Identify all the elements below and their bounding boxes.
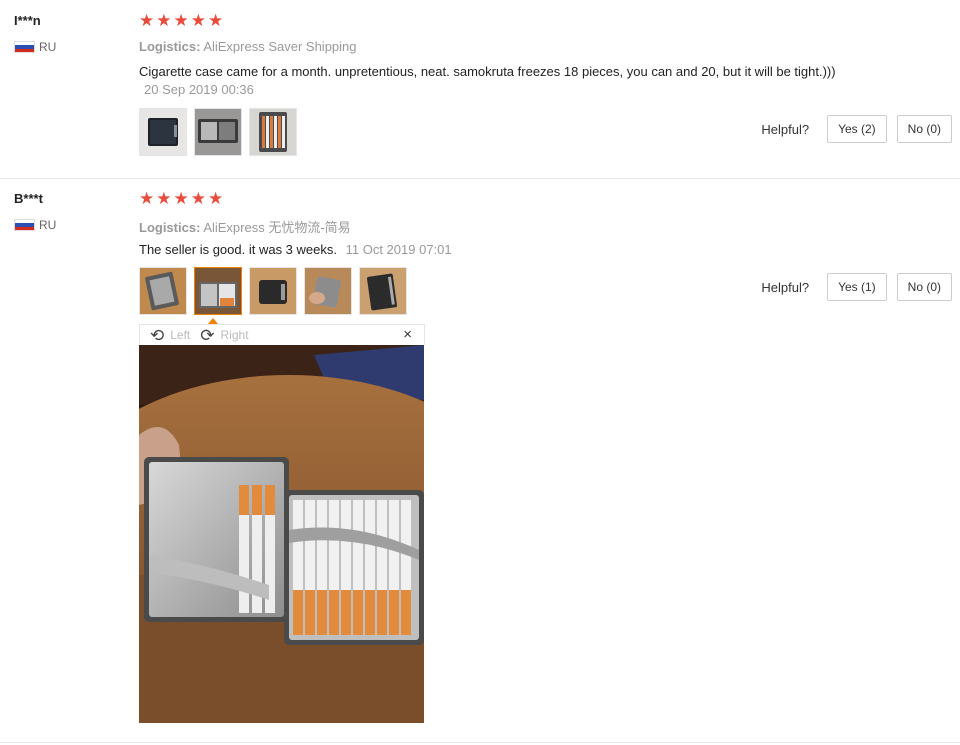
review-photo-thumb[interactable] <box>304 267 352 315</box>
logistics-value: AliExpress 无忧物流-简易 <box>203 220 351 235</box>
rotate-right-label: Right <box>220 328 249 342</box>
photo-viewer: ⟲ Left ⟳ Right × <box>139 318 425 723</box>
review-photo-thumb[interactable] <box>359 267 407 315</box>
helpful-label: Helpful? <box>761 121 810 137</box>
review-item: I***n RU ★ ★ ★ ★ ★ Logistics: AliExpress… <box>0 0 960 179</box>
review-text-block: Cigarette case came for a month. unprete… <box>139 63 839 99</box>
close-icon[interactable]: × <box>403 326 412 343</box>
logistics-label: Logistics: <box>139 220 201 235</box>
star-icon: ★ <box>173 189 189 208</box>
review-text-block: The seller is good. it was 3 weeks. 11 O… <box>139 241 839 259</box>
review-photos <box>139 267 414 315</box>
helpful-yes-button[interactable]: Yes (1) <box>827 273 887 301</box>
review-photo-thumb[interactable] <box>249 267 297 315</box>
star-icon: ★ <box>208 11 224 30</box>
star-icon: ★ <box>190 11 206 30</box>
star-rating: ★ ★ ★ ★ ★ <box>139 190 225 207</box>
star-icon: ★ <box>173 11 189 30</box>
reviewer-country: RU <box>14 218 56 232</box>
helpful-label: Helpful? <box>761 279 810 295</box>
review-item: B***t RU ★ ★ ★ ★ ★ Logistics: AliExpress… <box>0 178 960 743</box>
russia-flag-icon <box>14 41 35 53</box>
viewer-toolbar: ⟲ Left ⟳ Right × <box>139 324 425 345</box>
helpful-vote: Helpful? Yes (2) No (0) <box>761 115 952 143</box>
star-icon: ★ <box>208 189 224 208</box>
reviewer-country: RU <box>14 40 56 54</box>
rotate-left-button[interactable]: ⟲ Left <box>150 327 190 344</box>
star-icon: ★ <box>139 11 155 30</box>
star-icon: ★ <box>156 189 172 208</box>
review-photo-thumb[interactable] <box>249 108 297 156</box>
review-photo-thumb[interactable] <box>139 108 187 156</box>
helpful-no-button[interactable]: No (0) <box>896 273 952 301</box>
review-text: The seller is good. it was 3 weeks. <box>139 242 337 257</box>
logistics-value: AliExpress Saver Shipping <box>203 39 357 54</box>
rotate-left-icon: ⟲ <box>150 325 165 345</box>
review-photo-thumb[interactable] <box>194 108 242 156</box>
star-icon: ★ <box>156 11 172 30</box>
review-photo-thumb[interactable] <box>139 267 187 315</box>
reviewer-name: I***n <box>14 13 41 28</box>
review-date: 20 Sep 2019 00:36 <box>144 82 254 97</box>
review-photo-thumb-selected[interactable] <box>194 267 242 315</box>
country-code: RU <box>39 218 57 232</box>
star-rating: ★ ★ ★ ★ ★ <box>139 12 225 29</box>
star-icon: ★ <box>190 189 206 208</box>
logistics-label: Logistics: <box>139 39 201 54</box>
helpful-vote: Helpful? Yes (1) No (0) <box>761 273 952 301</box>
russia-flag-icon <box>14 219 35 231</box>
review-date: 11 Oct 2019 07:01 <box>345 242 452 257</box>
reviewer-name: B***t <box>14 191 43 206</box>
logistics-info: Logistics: AliExpress 无忧物流-简易 <box>139 217 351 236</box>
logistics-info: Logistics: AliExpress Saver Shipping <box>139 39 357 54</box>
review-text: Cigarette case came for a month. unprete… <box>139 64 836 79</box>
rotate-right-button[interactable]: ⟳ Right <box>200 327 248 344</box>
rotate-right-icon: ⟳ <box>200 325 215 345</box>
viewer-photo <box>139 345 424 723</box>
star-icon: ★ <box>139 189 155 208</box>
review-photos <box>139 108 304 156</box>
helpful-yes-button[interactable]: Yes (2) <box>827 115 887 143</box>
country-code: RU <box>39 40 57 54</box>
helpful-no-button[interactable]: No (0) <box>896 115 952 143</box>
rotate-left-label: Left <box>170 328 191 342</box>
